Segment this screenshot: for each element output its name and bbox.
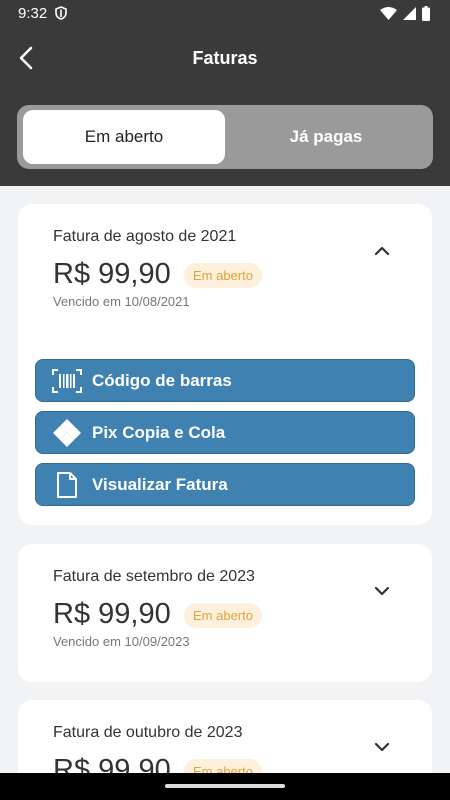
status-bar: 9:32 [0,0,450,26]
status-time: 9:32 [18,5,48,22]
chevron-down-icon[interactable] [372,584,392,598]
view-invoice-button-label: Visualizar Fatura [92,474,228,494]
pix-copy-button-label: Pix Copia e Cola [92,422,226,442]
system-nav-bar [0,773,450,800]
invoice-amount: R$ 99,90 [53,598,171,630]
cell-signal-icon [403,7,416,20]
invoice-title: Fatura de agosto de 2021 [53,228,237,245]
invoice-card: Fatura de agosto de 2021 R$ 99,90 Em abe… [18,204,432,525]
barcode-button[interactable]: Código de barras [35,359,415,402]
status-badge: Em aberto [184,263,262,288]
invoice-amount: R$ 99,90 [53,258,171,290]
invoice-title: Fatura de outubro de 2023 [53,724,243,741]
invoice-card[interactable]: Fatura de setembro de 2023 R$ 99,90 Em a… [18,544,432,682]
pix-copy-button[interactable]: Pix Copia e Cola [35,411,415,454]
status-icons [380,6,430,21]
chevron-down-icon[interactable] [372,740,392,754]
page-title: Faturas [192,48,258,68]
status-badge: Em aberto [184,603,262,628]
view-invoice-button[interactable]: Visualizar Fatura [35,463,415,506]
app-bar: Faturas Em aberto Já pagas [0,26,450,186]
battery-icon [422,6,430,21]
pix-icon [52,418,82,447]
chevron-up-icon[interactable] [372,244,392,258]
invoice-due-date: Vencido em 10/09/2023 [53,634,190,649]
tab-ja-pagas[interactable]: Já pagas [225,110,427,164]
document-icon [52,471,82,498]
home-gesture-pill[interactable] [165,784,285,788]
invoice-due-date: Vencido em 10/08/2021 [53,294,190,309]
barcode-icon [52,368,82,394]
tab-em-aberto[interactable]: Em aberto [23,110,225,164]
invoice-tabs: Em aberto Já pagas [17,105,433,169]
shield-icon [55,6,67,20]
wifi-icon [380,7,397,20]
invoice-title: Fatura de setembro de 2023 [53,568,255,585]
barcode-button-label: Código de barras [92,370,232,390]
